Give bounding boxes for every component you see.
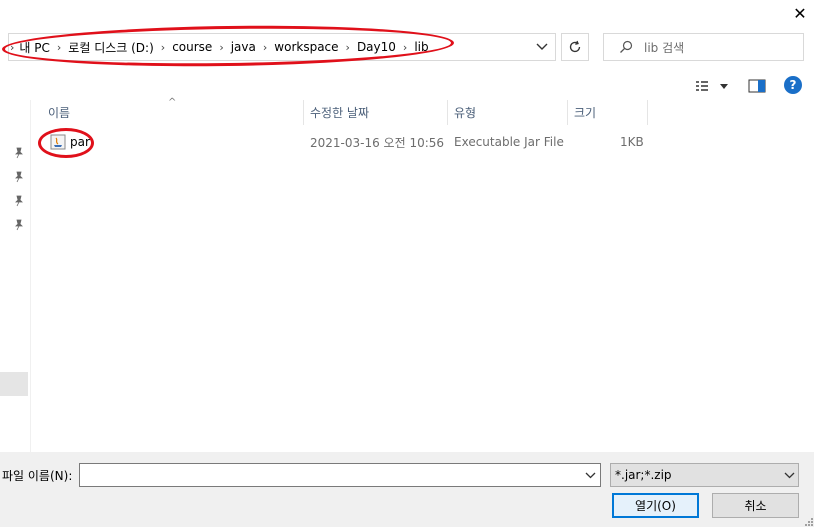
search-placeholder: lib 검색: [644, 40, 685, 55]
open-button-label: 열기(O): [635, 499, 676, 513]
pin-icon: [12, 146, 26, 160]
refresh-icon: [569, 40, 581, 53]
view-options-button[interactable]: [692, 76, 732, 96]
cancel-button[interactable]: 취소: [712, 493, 799, 518]
annotation-ellipse-file: [38, 128, 94, 158]
pin-icon: [12, 218, 26, 232]
chevron-down-icon: [536, 43, 548, 50]
pin-icon: [12, 170, 26, 184]
help-button[interactable]: ?: [784, 76, 802, 94]
search-box[interactable]: lib 검색: [603, 33, 804, 61]
column-header-name-label: 이름: [48, 106, 71, 120]
chevron-down-icon: [585, 472, 596, 478]
navigation-selected-item[interactable]: [0, 372, 28, 396]
filename-input[interactable]: [79, 463, 601, 487]
preview-pane-button[interactable]: [746, 76, 768, 96]
file-date: 2021-03-16 오전 10:56: [310, 135, 445, 150]
open-button[interactable]: 열기(O): [612, 493, 699, 518]
address-dropdown-button[interactable]: [529, 34, 555, 60]
column-header-date[interactable]: 수정한 날짜: [304, 100, 448, 125]
cancel-button-label: 취소: [744, 499, 767, 513]
column-header-type[interactable]: 유형: [448, 100, 568, 125]
column-header-date-label: 수정한 날짜: [310, 106, 370, 120]
file-type-filter-dropdown[interactable]: [780, 464, 798, 486]
file-size: 1KB: [620, 135, 644, 149]
close-icon: ✕: [793, 3, 807, 23]
annotation-ellipse-address: [1, 22, 455, 70]
refresh-button[interactable]: [561, 33, 589, 61]
chevron-down-icon: [784, 472, 794, 478]
filename-label: 파일 이름(N):: [2, 468, 73, 483]
column-header-type-label: 유형: [454, 106, 477, 120]
file-type: Executable Jar File: [454, 135, 564, 149]
resize-grip-icon[interactable]: [802, 515, 814, 527]
column-header-name[interactable]: 이름: [42, 100, 304, 125]
pin-icon: [12, 194, 26, 208]
close-button[interactable]: ✕: [786, 0, 814, 26]
preview-pane-icon: [748, 79, 766, 93]
file-type-filter[interactable]: *.jar;*.zip: [610, 463, 799, 487]
filename-dropdown-button[interactable]: [581, 464, 600, 486]
column-header-size[interactable]: 크기: [568, 100, 648, 125]
file-type-filter-value: *.jar;*.zip: [615, 468, 672, 482]
view-options-icon: [696, 81, 728, 91]
search-icon: [620, 40, 633, 53]
column-header-size-label: 크기: [574, 106, 597, 120]
help-icon: ?: [789, 78, 797, 92]
